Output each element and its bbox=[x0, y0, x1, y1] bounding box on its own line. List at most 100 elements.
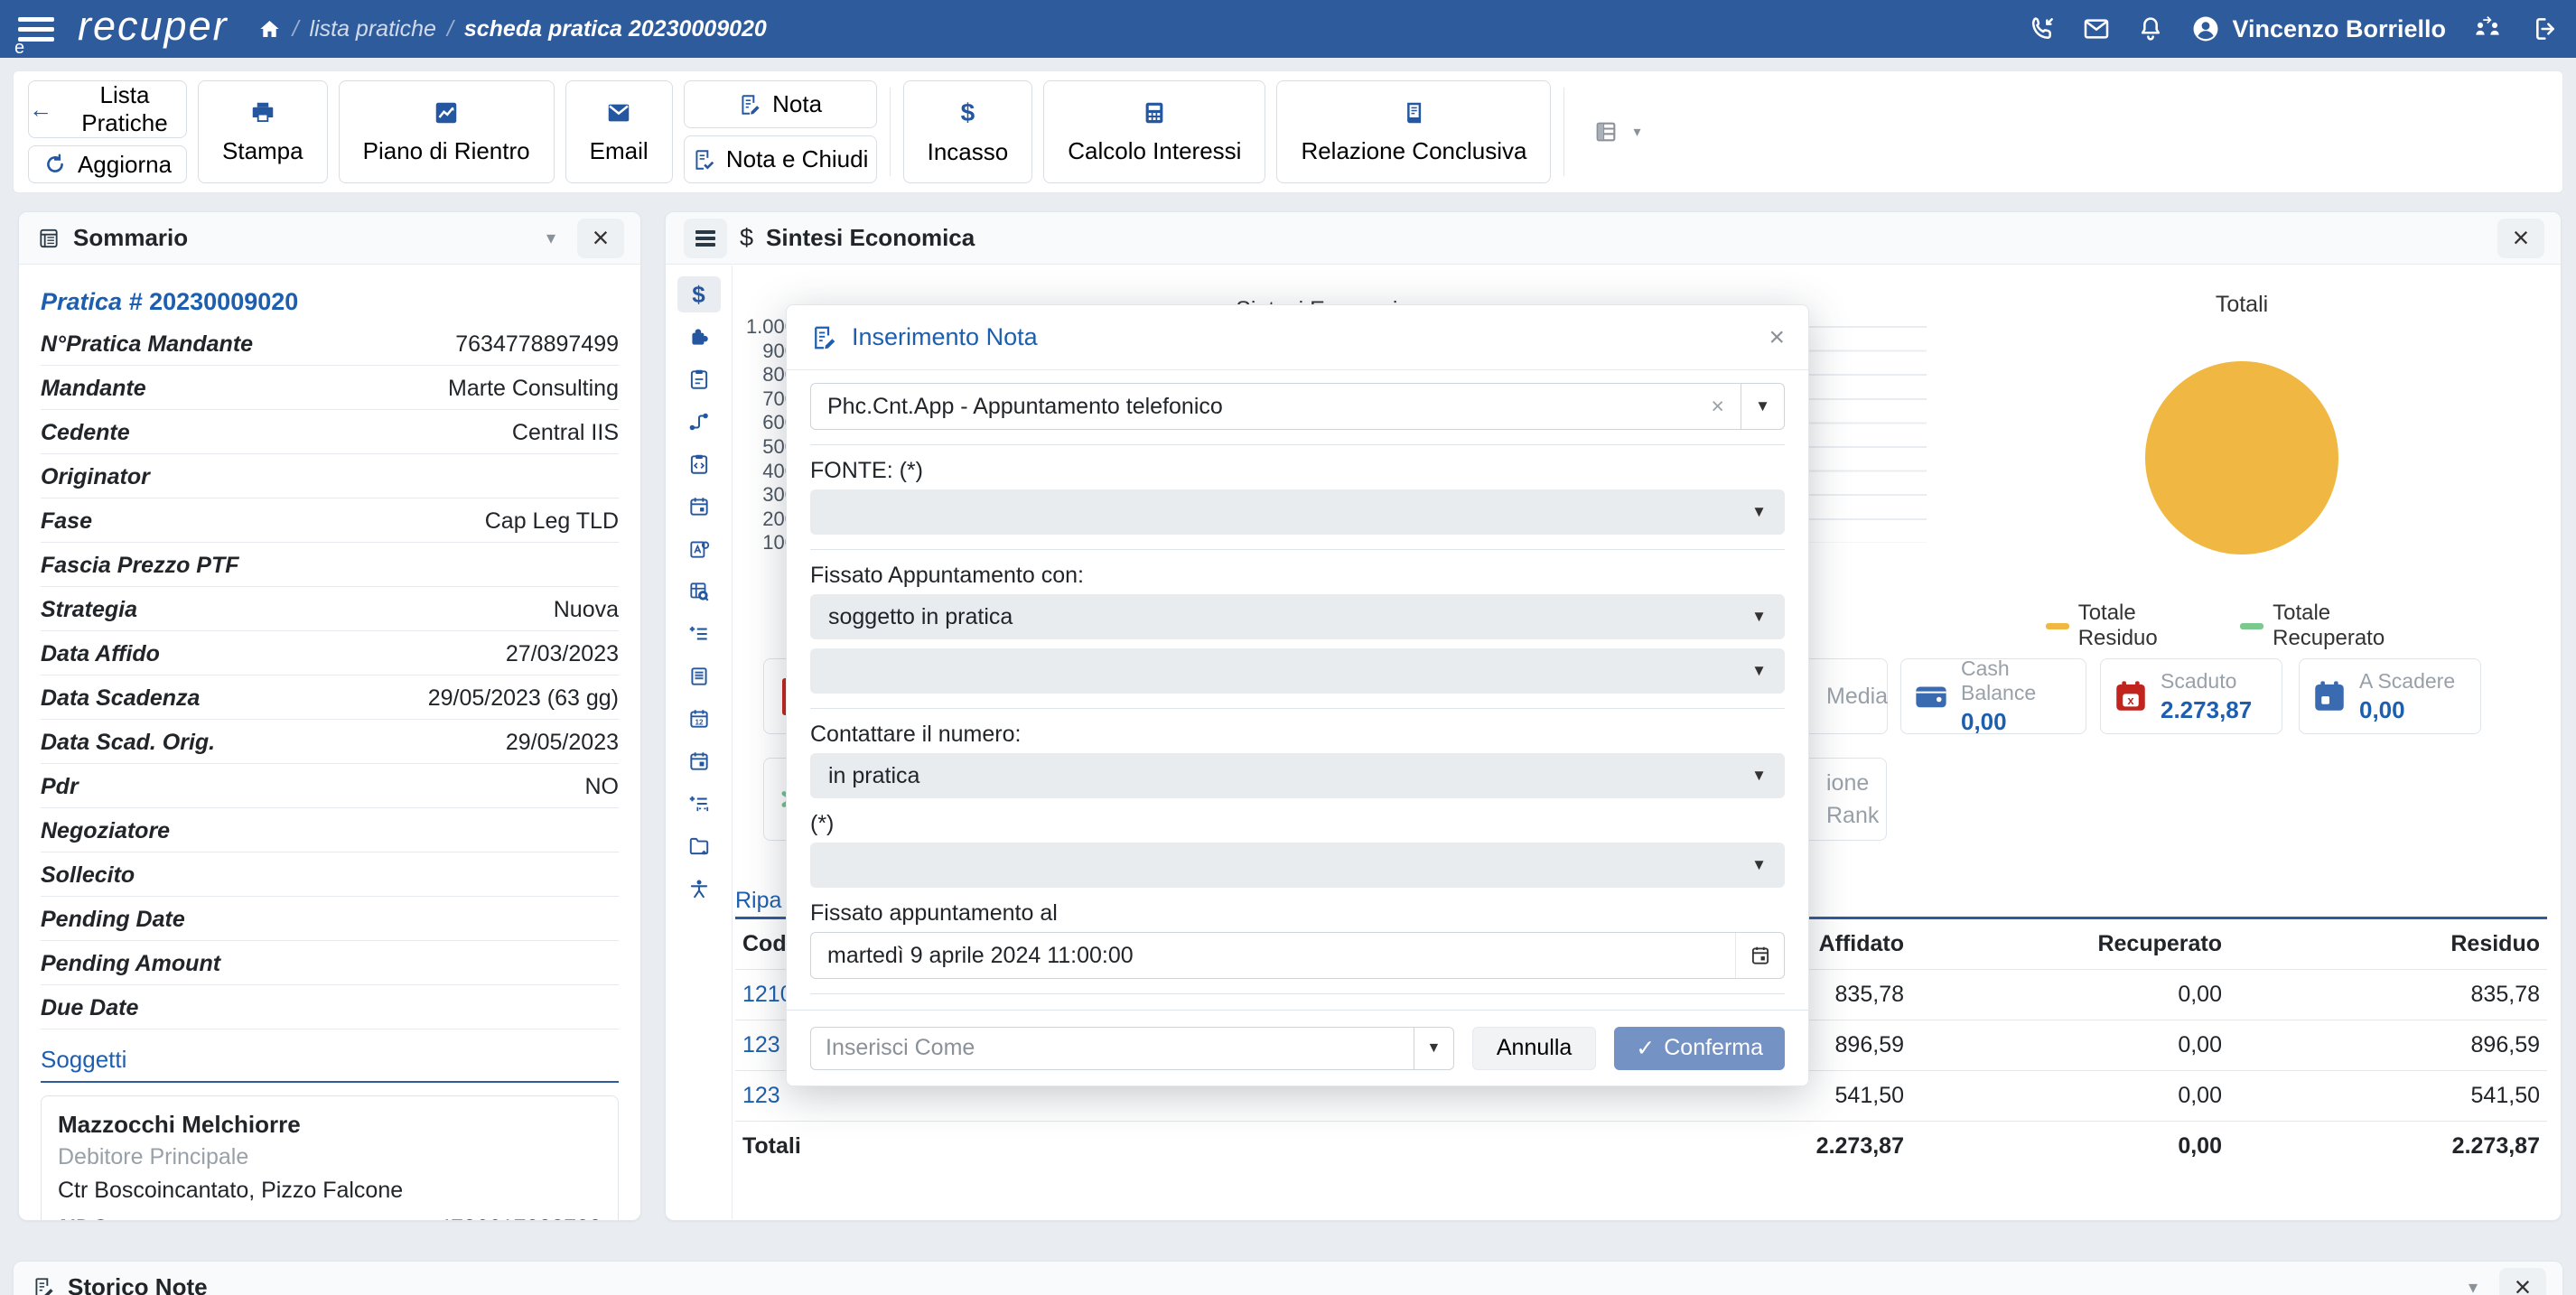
refresh-icon bbox=[43, 153, 67, 176]
calendar-picker-icon[interactable] bbox=[1735, 933, 1784, 978]
home-icon[interactable] bbox=[257, 17, 282, 42]
soggetti-heading: Soggetti bbox=[41, 1029, 619, 1083]
close-sommario-button[interactable]: × bbox=[577, 219, 624, 258]
sommario-rows: N°Pratica Mandante 7634778897499 Mandant… bbox=[41, 321, 619, 1029]
legend-item[interactable]: Totale Residuo bbox=[2046, 601, 2209, 651]
strip-doc-attach-icon[interactable] bbox=[677, 531, 721, 567]
incasso-button[interactable]: $ Incasso bbox=[903, 80, 1033, 183]
inserimento-nota-modal: Inserimento Nota × Phc.Cnt.App - Appunta… bbox=[786, 304, 1809, 1086]
summary-row: Fascia Prezzo PTF bbox=[41, 543, 619, 587]
contattare-label: Contattare il numero: bbox=[810, 718, 1785, 748]
user-name: Vincenzo Borriello bbox=[2232, 15, 2446, 43]
col-residuo[interactable]: Residuo bbox=[2222, 931, 2540, 957]
chart-line-icon bbox=[433, 99, 460, 126]
strip-calendar-day-icon[interactable] bbox=[677, 743, 721, 779]
nota-button[interactable]: Nota bbox=[684, 80, 877, 128]
layout-dropdown[interactable]: ▾ bbox=[1577, 80, 1657, 183]
scaduto-label: Scaduto bbox=[2161, 669, 2252, 694]
soggetto-detail-select[interactable]: ▼ bbox=[810, 648, 1785, 694]
nota-e-chiudi-button[interactable]: Nota e Chiudi bbox=[684, 135, 877, 183]
calcolo-interessi-button[interactable]: Calcolo Interessi bbox=[1043, 80, 1265, 183]
strip-note-icon[interactable] bbox=[677, 658, 721, 694]
app-logo[interactable]: recuper bbox=[78, 3, 229, 50]
card-a-scadere[interactable]: A Scadere 0,00 bbox=[2299, 658, 2481, 734]
card-scaduto[interactable]: x Scaduto 2.273,87 bbox=[2100, 658, 2282, 734]
numero-select[interactable]: in pratica▼ bbox=[810, 753, 1785, 798]
annulla-button[interactable]: Annulla bbox=[1472, 1027, 1596, 1070]
soggetto-card[interactable]: Mazzocchi Melchiorre Debitore Principale… bbox=[41, 1095, 619, 1221]
strip-flow-icon[interactable] bbox=[677, 404, 721, 440]
ripartizione-link[interactable]: Ripa bbox=[735, 888, 781, 914]
strip-table-search-icon[interactable] bbox=[677, 573, 721, 610]
breadcrumb-lista-pratiche[interactable]: lista pratiche bbox=[310, 16, 436, 42]
close-sintesi-button[interactable]: × bbox=[2497, 219, 2544, 258]
scaduto-value: 2.273,87 bbox=[2161, 696, 2252, 724]
a-scadere-label: A Scadere bbox=[2359, 669, 2455, 694]
relazione-conclusiva-button[interactable]: Relazione Conclusiva bbox=[1276, 80, 1551, 183]
mail-icon[interactable] bbox=[2082, 14, 2111, 43]
a-scadere-value: 0,00 bbox=[2359, 696, 2455, 724]
email-icon bbox=[605, 99, 632, 126]
collapse-caret-icon[interactable]: ▾ bbox=[537, 227, 565, 249]
pratica-number-heading: Pratica # 20230009020 bbox=[41, 288, 619, 316]
calculator-icon bbox=[1141, 99, 1168, 126]
tool-icon-strip: $ 12 bbox=[666, 266, 733, 1219]
select-caret-icon: ▼ bbox=[1751, 662, 1767, 680]
select-caret-icon: ▼ bbox=[1751, 767, 1767, 785]
breadcrumb-scheda-pratica: scheda pratica 20230009020 bbox=[464, 16, 767, 42]
collapse-caret-icon[interactable]: ▾ bbox=[2459, 1276, 2487, 1295]
piano-di-rientro-button[interactable]: Piano di Rientro bbox=[339, 80, 555, 183]
strip-folder-plus-icon[interactable] bbox=[677, 828, 721, 864]
strip-add-list-icon[interactable] bbox=[677, 616, 721, 652]
pratica-number: 20230009020 bbox=[149, 288, 298, 315]
modal-title: Inserimento Nota bbox=[852, 323, 1038, 351]
fissato-al-label: Fissato appuntamento al bbox=[810, 897, 1785, 927]
conferma-button[interactable]: ✓ Conferma bbox=[1614, 1027, 1785, 1070]
handover-people-icon[interactable] bbox=[2471, 14, 2504, 43]
note-pencil-blue-icon bbox=[810, 324, 837, 351]
select-caret-icon[interactable]: ▼ bbox=[1741, 384, 1784, 429]
fonte-select[interactable]: ▼ bbox=[810, 489, 1785, 535]
modal-close-icon[interactable]: × bbox=[1769, 322, 1785, 353]
strip-calendar-12-icon[interactable]: 12 bbox=[677, 701, 721, 737]
numero-detail-select[interactable]: ▼ bbox=[810, 843, 1785, 888]
note-type-select[interactable]: Phc.Cnt.App - Appuntamento telefonico × … bbox=[810, 383, 1785, 430]
close-storico-button[interactable]: × bbox=[2499, 1268, 2546, 1295]
pie-legend: Totale Residuo Totale Recuperato bbox=[2046, 601, 2434, 651]
cash-balance-value: 0,00 bbox=[1961, 708, 2075, 736]
summary-row: Pdr NO bbox=[41, 764, 619, 808]
book-icon bbox=[1400, 99, 1427, 126]
strip-calendar-icon[interactable] bbox=[677, 489, 721, 525]
strip-clipboard-code-icon[interactable] bbox=[677, 446, 721, 482]
inserisci-come-placeholder: Inserisci Come bbox=[811, 1035, 1414, 1061]
fissato-con-label: Fissato Appuntamento con: bbox=[810, 559, 1785, 589]
email-button[interactable]: Email bbox=[565, 80, 673, 183]
inserisci-come-select[interactable]: Inserisci Come ▼ bbox=[810, 1027, 1454, 1070]
soggetto-select[interactable]: soggetto in pratica▼ bbox=[810, 594, 1785, 639]
logout-icon[interactable] bbox=[2529, 14, 2558, 43]
note-check-icon bbox=[692, 148, 715, 172]
panel-menu-icon[interactable] bbox=[684, 219, 727, 258]
strip-add-list-braces-icon[interactable] bbox=[677, 786, 721, 822]
strip-clipboard-plus-icon[interactable] bbox=[677, 361, 721, 397]
strip-person-icon[interactable] bbox=[677, 871, 721, 907]
lista-pratiche-button[interactable]: ← Lista Pratiche bbox=[28, 80, 187, 138]
user-menu[interactable]: Vincenzo Borriello bbox=[2190, 14, 2446, 44]
aggiorna-button[interactable]: Aggiorna bbox=[28, 145, 187, 183]
fonte-label: FONTE: (*) bbox=[810, 454, 1785, 484]
clear-selection-icon[interactable]: × bbox=[1694, 394, 1741, 420]
summary-row: Originator bbox=[41, 454, 619, 498]
totali-pie-chart[interactable] bbox=[2145, 361, 2338, 554]
phone-incoming-icon[interactable] bbox=[2028, 14, 2057, 43]
strip-puzzle-icon[interactable] bbox=[677, 319, 721, 355]
card-cash-balance[interactable]: Cash Balance 0,00 bbox=[1900, 658, 2086, 734]
stampa-button[interactable]: Stampa bbox=[198, 80, 328, 183]
top-navbar: e recuper / lista pratiche / scheda prat… bbox=[0, 0, 2576, 58]
legend-item[interactable]: Totale Recuperato bbox=[2240, 601, 2434, 651]
bell-icon[interactable] bbox=[2136, 14, 2165, 43]
col-recuperato[interactable]: Recuperato bbox=[1904, 931, 2222, 957]
summary-row: Sollecito bbox=[41, 852, 619, 897]
check-icon: ✓ bbox=[1636, 1035, 1655, 1062]
appointment-datetime-input[interactable]: martedì 9 aprile 2024 11:00:00 bbox=[810, 932, 1785, 979]
strip-dollar-icon[interactable]: $ bbox=[677, 276, 721, 312]
